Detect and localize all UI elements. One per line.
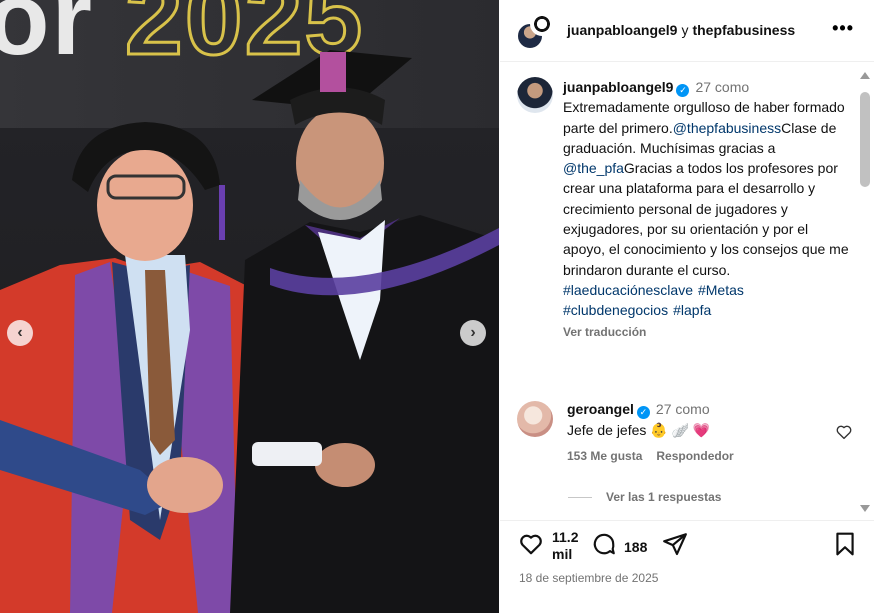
avatar[interactable] [530,12,554,36]
comment-time: 27 como [655,401,710,417]
header-user1-link[interactable]: juanpabloangel9 [567,22,677,38]
scroll-up-arrow-icon[interactable] [860,72,870,79]
graduation-photo-art [0,50,499,613]
hashtag-link[interactable]: #laeducaciónesclave [563,282,693,298]
likes-count[interactable]: 11.2 mil [552,529,578,563]
comment-likes-button[interactable]: 153 Me gusta [567,449,642,463]
caption-time: 27 como [695,79,750,95]
comments-scroll-area[interactable]: juanpabloangel9 ✓ 27 como Extremadamente o… [500,63,860,518]
avatar[interactable] [517,77,553,113]
share-icon[interactable] [662,531,688,557]
mention-the-pfa-link[interactable]: @the_pfa [563,160,624,176]
chevron-right-icon: › [470,324,476,341]
comments-count[interactable]: 188 [624,539,647,556]
avatar[interactable] [517,401,553,437]
likes-value: 11.2 [552,529,579,545]
comment-item: geroangel ✓ 27 como Jefe de jefes 👶 🪽 💗 15… [517,399,852,463]
post-side-panel: juanpabloangel9 y thepfabusiness ••• juanp… [500,0,874,613]
see-translation-button[interactable]: Ver traducción [563,322,852,342]
view-replies-button[interactable]: Ver las 1 respuestas [568,490,721,504]
panel-scrollbar[interactable] [858,72,872,512]
likes-unit: mil [552,546,573,562]
more-options-button[interactable]: ••• [832,18,854,39]
post-header: juanpabloangel9 y thepfabusiness ••• [500,0,874,62]
post-photo[interactable]: or 2025 ‹ › [0,0,499,613]
collab-avatars[interactable] [516,12,554,50]
hashtag-link[interactable]: #clubdenegocios [563,302,668,318]
caption-text: Extremadamente orgulloso de haber formad… [563,97,852,280]
mention-thepfabusiness-link[interactable]: @thepfabusiness [673,120,781,136]
hashtags: #laeducaciónesclave #Metas #clubdenegocio… [563,280,852,321]
more-horizontal-icon: ••• [832,18,854,38]
action-bar: 11.2 mil 188 18 de septiembre de 2025 [500,520,874,613]
verified-badge-icon: ✓ [676,84,690,97]
carousel-prev-button[interactable]: ‹ [7,320,33,346]
header-usernames: juanpabloangel9 y thepfabusiness [567,22,795,38]
comment-username[interactable]: geroangel [567,401,634,417]
scrollbar-thumb[interactable] [860,92,870,187]
comment-reply-button[interactable]: Respondedor [656,449,733,463]
view-replies-label: Ver las 1 respuestas [606,490,722,504]
verified-badge-icon: ✓ [636,406,650,419]
header-joiner: y [681,22,689,38]
caption-username[interactable]: juanpabloangel9 [563,79,673,95]
bookmark-icon[interactable] [832,531,858,557]
carousel-next-button[interactable]: › [460,320,486,346]
post-date: 18 de septiembre de 2025 [519,571,659,585]
caption-text-3: Gracias a todos los profesores por crear… [563,160,849,278]
comment-text: Jefe de jefes 👶 🪽 💗 [567,422,711,438]
replies-divider [568,496,592,498]
caption-block: juanpabloangel9 ✓ 27 como Extremadamente o… [517,77,852,342]
chevron-left-icon: ‹ [17,324,23,341]
hashtag-link[interactable]: #lapfa [673,302,711,318]
hashtag-link[interactable]: #Metas [698,282,744,298]
scroll-down-arrow-icon[interactable] [860,505,870,512]
heart-icon[interactable] [518,531,544,557]
header-user2-link[interactable]: thepfabusiness [692,22,795,38]
heart-icon[interactable] [835,423,853,441]
comment-icon[interactable] [591,531,617,557]
